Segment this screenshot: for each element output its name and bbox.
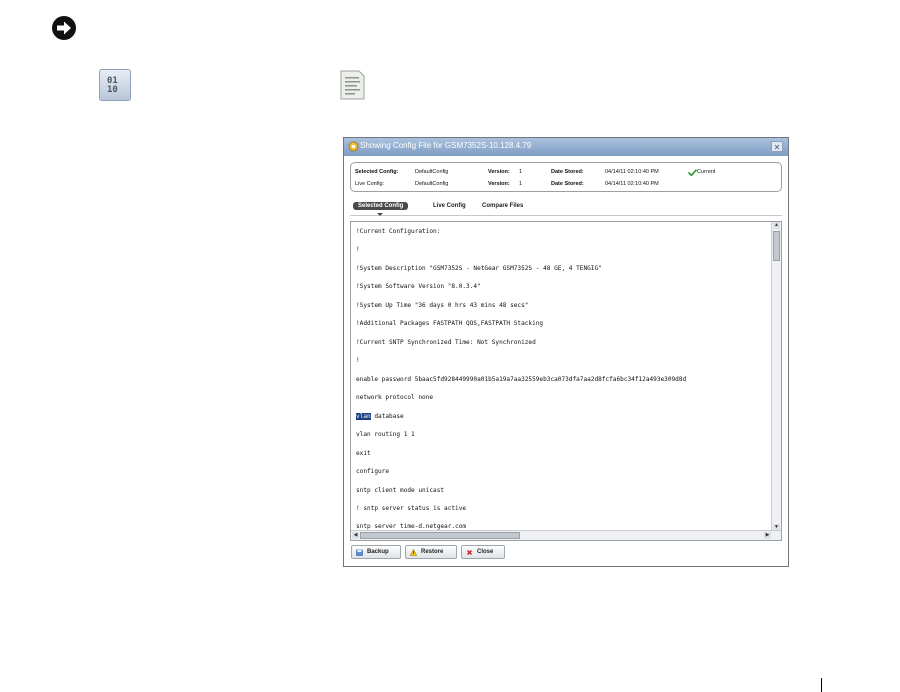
restore-button[interactable]: Restore (405, 545, 457, 559)
live-date-label: Date Stored: (551, 181, 584, 187)
config-line-vlan: vlan database (356, 413, 404, 420)
vertical-scrollbar[interactable]: ▲ ▼ (771, 222, 781, 531)
selected-config-label: Selected Config: (355, 169, 399, 175)
active-tab-pointer (377, 213, 383, 216)
selected-date-label: Date Stored: (551, 169, 584, 175)
live-config-label: Live Config: (355, 181, 385, 187)
close-icon (466, 549, 473, 556)
checkmark-icon (688, 169, 697, 176)
config-line: !Current SNTP Synchronized Time: Not Syn… (356, 339, 536, 346)
config-line: configure (356, 468, 390, 475)
close-button[interactable]: Close (461, 545, 505, 559)
config-line: !System Description "GSM7352S - NetGear … (356, 265, 602, 272)
current-status: Current (697, 169, 716, 175)
tab-compare-files[interactable]: Compare Files (482, 203, 523, 209)
config-line: ! sntp server status is active (356, 505, 467, 512)
dialog-close-icon[interactable]: ✕ (771, 141, 783, 152)
scroll-up-icon[interactable]: ▲ (773, 222, 780, 229)
scroll-right-icon[interactable]: ▶ (764, 532, 771, 539)
config-line: ! (356, 357, 360, 364)
config-line: network protocol none (356, 394, 434, 401)
config-line: enable password 5baac5fd928449990a01b5a1… (356, 376, 687, 383)
live-version-value: 1 (519, 181, 523, 187)
config-line: !Additional Packages FASTPATH QOS,FASTPA… (356, 320, 544, 327)
dialog-title: Showing Config File for GSM7352S-10.128.… (360, 141, 532, 150)
config-line: !System Software Version "8.0.3.4" (356, 283, 481, 290)
binary-file-icon: 01 10 (99, 69, 131, 101)
backup-icon (356, 549, 363, 556)
text-file-icon (340, 70, 365, 100)
config-info-box: Selected Config: DefaultConfig Version: … (350, 162, 782, 192)
page-footer-rule (821, 678, 822, 692)
horizontal-scroll-thumb[interactable] (360, 532, 520, 539)
config-line: vlan routing 1 1 (356, 431, 415, 438)
config-line: exit (356, 450, 371, 457)
live-version-label: Version: (488, 181, 510, 187)
config-line: ! (356, 246, 360, 253)
backup-button[interactable]: Backup (351, 545, 401, 559)
config-line: sntp client mode unicast (356, 487, 445, 494)
horizontal-scrollbar[interactable]: ◀ ▶ (351, 530, 781, 540)
highlighted-word: vlan (356, 413, 371, 420)
live-config-value: DefaultConfig (415, 181, 449, 187)
config-file-dialog: Showing Config File for GSM7352S-10.128.… (343, 137, 789, 567)
config-text-area[interactable]: !Current Configuration: ! !System Descri… (350, 221, 782, 541)
config-line: !Current Configuration: (356, 228, 441, 235)
selected-config-value: DefaultConfig (415, 169, 449, 175)
tab-live-config[interactable]: Live Config (433, 203, 466, 209)
vertical-scroll-thumb[interactable] (773, 231, 780, 261)
config-line: !System Up Time "36 days 0 hrs 43 mins 4… (356, 302, 529, 309)
note-arrow-icon (52, 16, 76, 40)
selected-version-label: Version: (488, 169, 510, 175)
config-line: sntp server time-d.netgear.com (356, 523, 467, 530)
warning-icon (410, 549, 417, 556)
config-tabs: Selected Config Live Config Compare File… (350, 201, 782, 216)
scroll-left-icon[interactable]: ◀ (352, 532, 359, 539)
tab-selected-config[interactable]: Selected Config (353, 202, 409, 210)
selected-date-value: 04/14/11 02:10:40 PM (605, 169, 659, 175)
selected-version-value: 1 (519, 169, 523, 175)
gear-icon (348, 141, 359, 152)
live-date-value: 04/14/11 02:10:40 PM (605, 181, 659, 187)
dialog-titlebar[interactable]: Showing Config File for GSM7352S-10.128.… (344, 138, 788, 156)
